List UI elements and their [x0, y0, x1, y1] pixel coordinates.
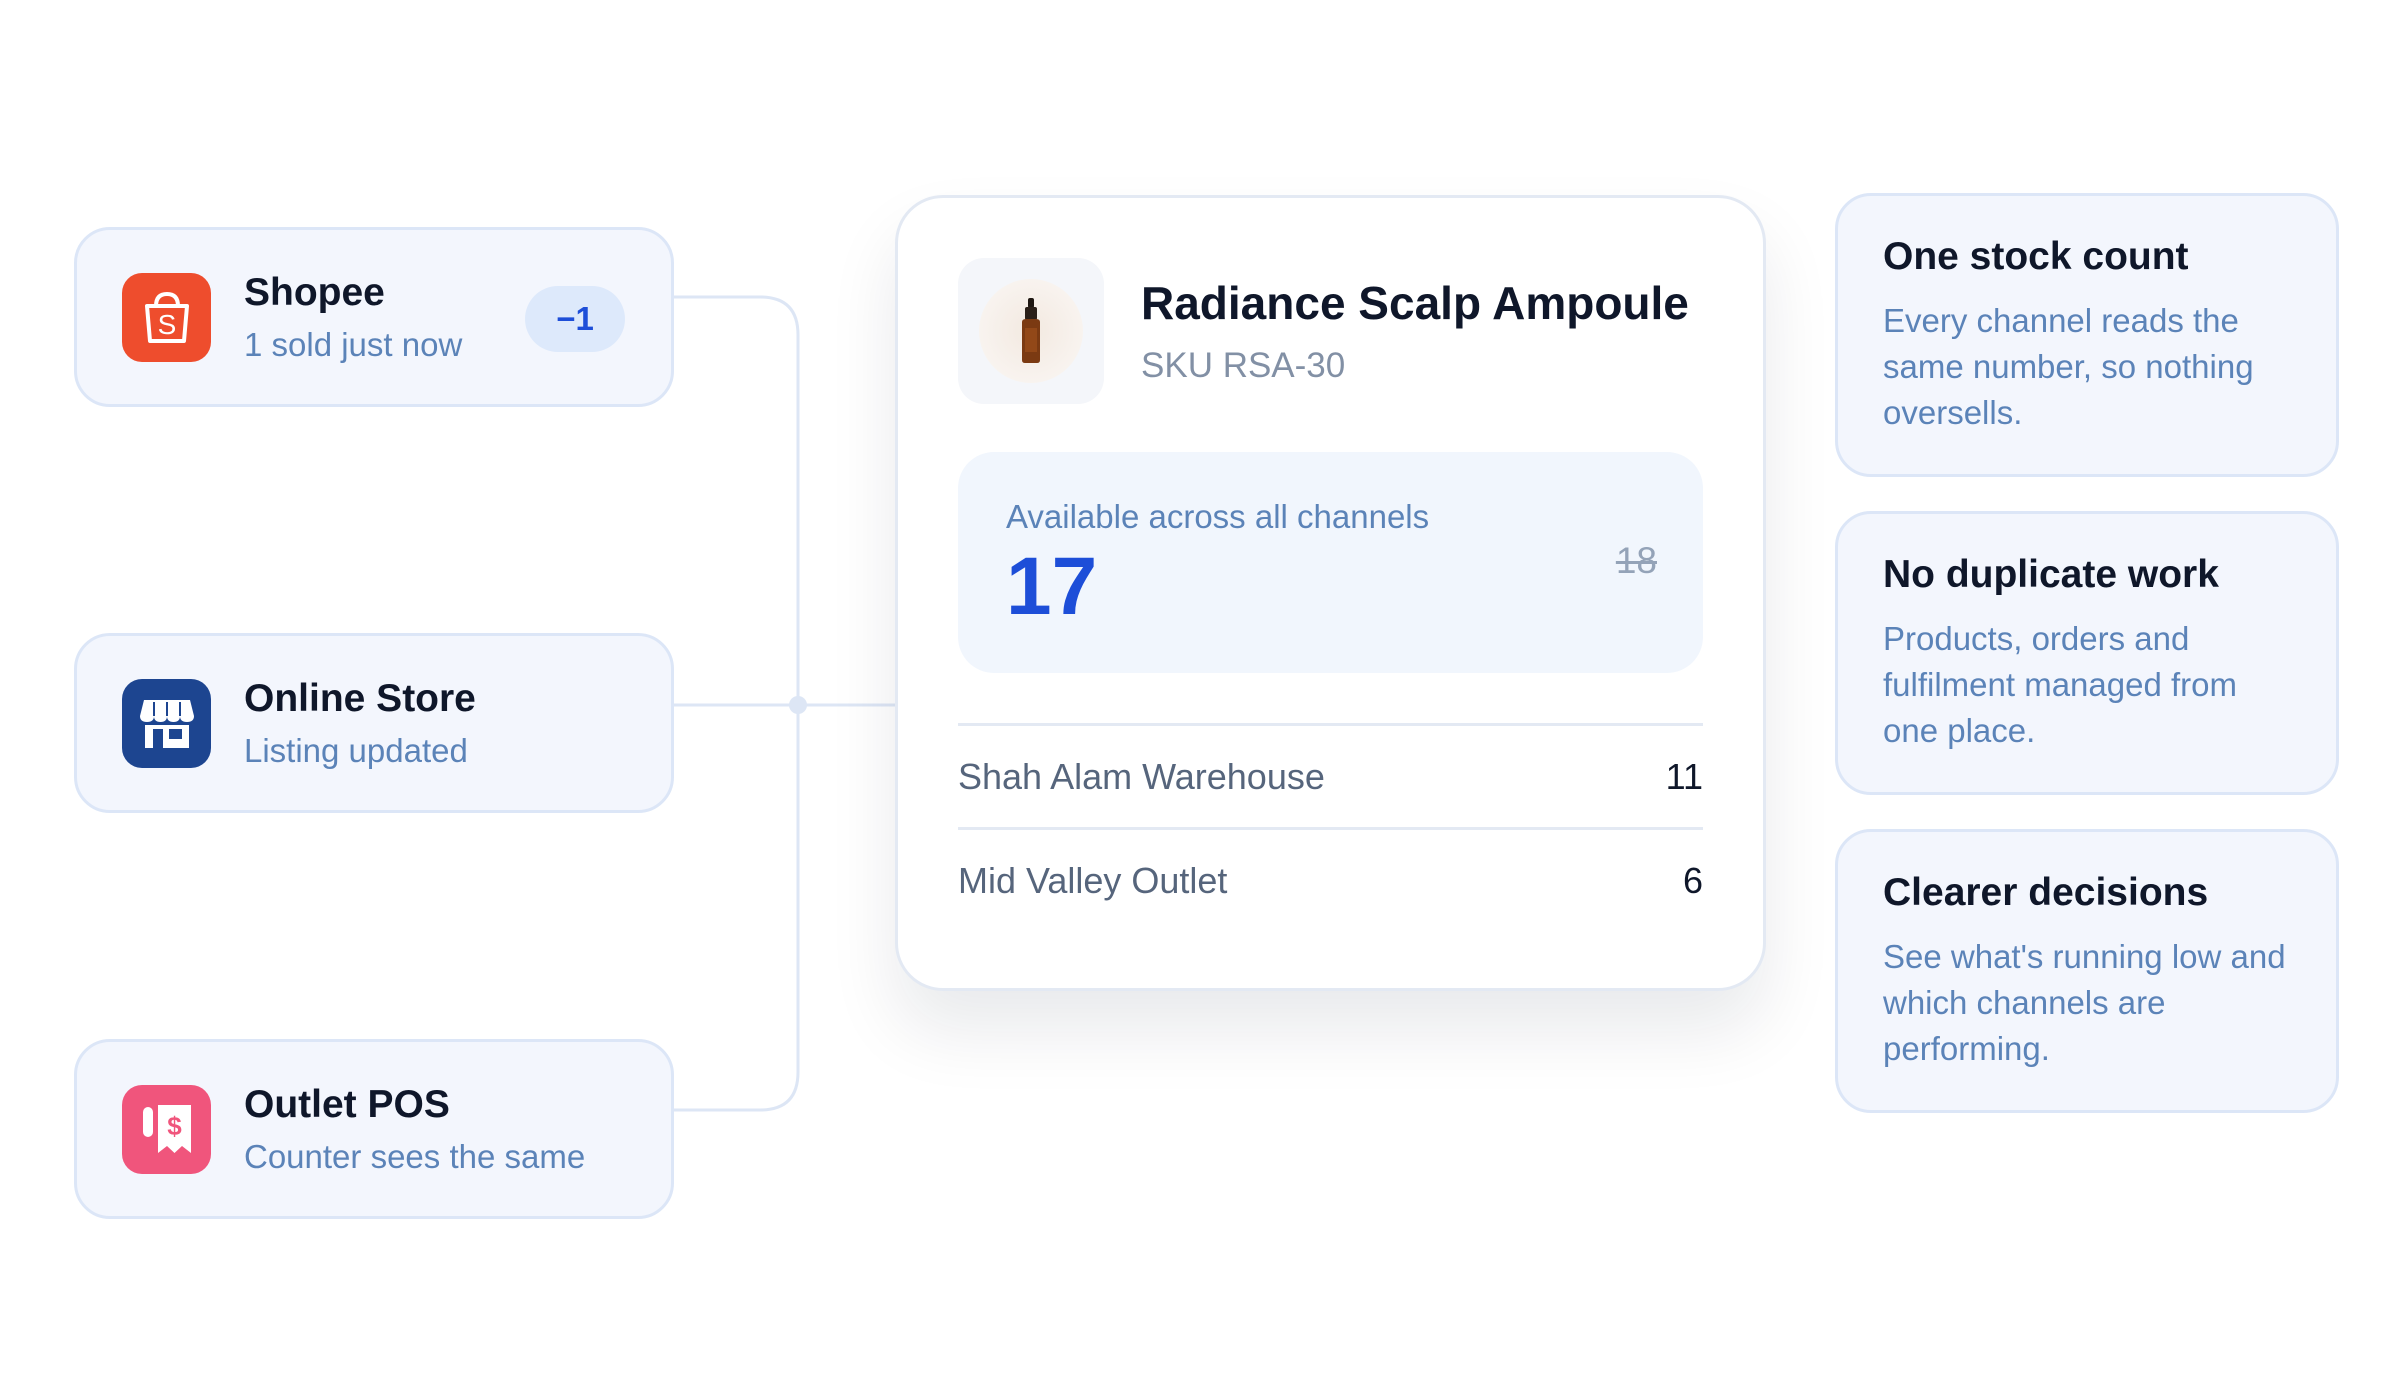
list-item: Mid Valley Outlet 6 [958, 827, 1703, 931]
channel-status: 1 sold just now [244, 325, 463, 363]
shopping-bag-icon: S [122, 272, 211, 362]
channel-status: Counter sees the same [244, 1137, 586, 1175]
previous-stock-count: 18 [1615, 540, 1657, 581]
availability-panel: Available across all channels 17 18 [958, 452, 1703, 673]
benefit-card-decisions: Clearer decisions See what's running low… [1835, 829, 2339, 1113]
location-quantity: 11 [1665, 755, 1703, 797]
benefit-title: Clearer decisions [1883, 871, 2209, 914]
benefit-card-duplicate-work: No duplicate work Products, orders and f… [1835, 511, 2339, 795]
benefit-description: Every channel reads the same number, so … [1883, 301, 2254, 431]
product-thumbnail [958, 258, 1104, 404]
product-title: Radiance Scalp Ampoule [1141, 277, 1689, 330]
channel-card-shopee[interactable]: S Shopee 1 sold just now −1 [74, 227, 674, 407]
availability-label: Available across all channels [1006, 498, 1430, 535]
svg-text:$: $ [167, 1111, 182, 1141]
channel-status: Listing updated [244, 731, 468, 769]
location-name: Shah Alam Warehouse [958, 755, 1325, 797]
channel-name: Shopee [244, 270, 385, 314]
benefit-title: No duplicate work [1883, 553, 2219, 596]
location-quantity: 6 [1682, 859, 1703, 901]
product-sku: SKU RSA-30 [1141, 345, 1346, 385]
connector-hub-dot [789, 696, 807, 714]
storefront-icon [122, 678, 211, 768]
benefit-title: One stock count [1883, 235, 2189, 278]
channel-name: Outlet POS [244, 1082, 450, 1126]
svg-text:S: S [157, 309, 176, 340]
benefit-card-stock-count: One stock count Every channel reads the … [1835, 193, 2339, 477]
channel-card-online-store[interactable]: Online Store Listing updated [74, 633, 674, 813]
available-stock-count: 17 [1006, 541, 1098, 632]
product-header: Radiance Scalp Ampoule SKU RSA-30 [958, 258, 1703, 404]
benefit-description: See what's running low and which channel… [1883, 937, 2286, 1067]
list-item: Shah Alam Warehouse 11 [958, 723, 1703, 827]
location-name: Mid Valley Outlet [958, 859, 1228, 901]
receipt-icon: $ [122, 1084, 211, 1174]
serum-bottle-icon [1022, 298, 1040, 363]
location-stock-list: Shah Alam Warehouse 11 Mid Valley Outlet… [958, 723, 1703, 931]
benefit-description: Products, orders and fulfilment managed … [1883, 619, 2237, 749]
channel-name: Online Store [244, 676, 476, 720]
channel-card-outlet-pos[interactable]: $ Outlet POS Counter sees the same [74, 1039, 674, 1219]
product-stock-card[interactable]: Radiance Scalp Ampoule SKU RSA-30 Availa… [895, 195, 1766, 991]
stock-change-badge: −1 [525, 286, 625, 352]
